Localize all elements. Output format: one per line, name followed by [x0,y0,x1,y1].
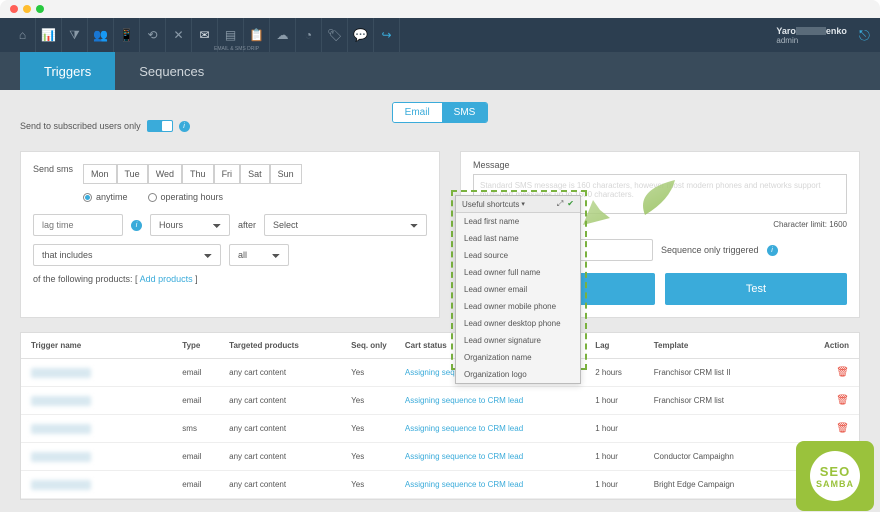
toggle-sms[interactable]: SMS [442,103,488,122]
dropdown-item[interactable]: Lead first name [456,213,580,230]
cart-status-link[interactable]: Assigning sequence to CRM lead [405,396,523,405]
cart-status-link[interactable]: Assigning sequence to CRM lead [405,452,523,461]
th-action: Action [810,341,849,350]
tab-triggers[interactable]: Triggers [20,52,115,90]
th-lag: Lag [595,341,654,350]
after-select[interactable]: Select [264,214,427,236]
user-role: admin [776,36,847,45]
dropdown-item[interactable]: Organization name [456,349,580,366]
dropdown-item[interactable]: Organization logo [456,366,580,383]
nav-phone-icon[interactable]: 📱 [114,18,140,52]
email-sms-toggle: Email SMS [392,102,489,123]
following-label: of the following products: [ [33,274,140,284]
nav-chat-icon[interactable]: 💬 [348,18,374,52]
delete-icon[interactable]: 🗑 [836,367,849,378]
min-dot[interactable] [23,5,31,13]
trigger-name-blurred [31,368,91,378]
subscribed-label: Send to subscribed users only [20,121,141,131]
user-area: Yaroenko admin ⎋ [776,26,870,45]
main-tabs: Triggers Sequences [0,52,880,90]
table-row: email any cart content Yes Assigning seq… [21,471,859,499]
nav-tag-icon[interactable]: 🏷 [322,18,348,52]
user-name: Yaro [776,26,796,36]
delete-icon[interactable]: 🗑 [836,395,849,406]
max-dot[interactable] [36,5,44,13]
add-products-link[interactable]: Add products [140,274,193,284]
day-mon[interactable]: Mon [83,164,117,184]
info-icon[interactable]: i [179,121,190,132]
table-row: email any cart content Yes Assigning seq… [21,359,859,387]
table-row: sms any cart content Yes Assigning seque… [21,415,859,443]
day-sun[interactable]: Sun [270,164,302,184]
th-type: Type [182,341,229,350]
all-select[interactable]: all [229,244,289,266]
dropdown-header[interactable]: Useful shortcuts [462,200,519,209]
user-redacted [796,27,826,35]
th-seq: Seq. only [351,341,405,350]
nav-arrow-icon[interactable]: ↪ [374,18,400,52]
day-fri[interactable]: Fri [214,164,241,184]
top-nav: ⌂ 📊 ⧩ 👥 📱 ⟲ ✕ ✉ ▤ 📋 ☁ ◔ 🏷 💬 ↪ EMAIL & SM… [0,18,880,52]
message-label: Message [473,160,847,170]
content-area: Send to subscribed users only i Email SM… [0,90,880,512]
trigger-name-blurred [31,424,91,434]
nav-stats-icon[interactable]: 📊 [36,18,62,52]
table-row: email any cart content Yes Assigning seq… [21,387,859,415]
nav-filter-icon[interactable]: ⧩ [62,18,88,52]
browser-chrome [0,0,880,18]
check-icon[interactable]: ✔ [567,199,574,209]
table-row: email any cart content Yes Assigning seq… [21,443,859,471]
cart-status-link[interactable]: Assigning sequence to CRM lead [405,424,523,433]
hours-select[interactable]: Hours [150,214,230,236]
dropdown-item[interactable]: Lead owner desktop phone [456,315,580,332]
day-wed[interactable]: Wed [148,164,182,184]
dropdown-item[interactable]: Lead owner full name [456,264,580,281]
shortcuts-dropdown: Useful shortcuts ▾ ⤢ ✔ Lead first nameLe… [455,195,581,384]
seq-info-icon[interactable]: i [767,245,778,256]
dropdown-item[interactable]: Lead last name [456,230,580,247]
test-button[interactable]: Test [665,273,847,305]
lag-time-input[interactable] [33,214,123,236]
day-tue[interactable]: Tue [117,164,148,184]
seq-label: Sequence only triggered [661,245,759,255]
subscribed-toggle[interactable] [147,120,173,132]
send-sms-label: Send sms [33,164,83,192]
nav-users-icon[interactable]: 👥 [88,18,114,52]
trigger-name-blurred [31,396,91,406]
nav-pie-icon[interactable]: ◔ [296,18,322,52]
nav-share-icon[interactable]: ⟲ [140,18,166,52]
expand-icon[interactable]: ⤢ [557,199,563,209]
logout-icon[interactable]: ⎋ [859,27,870,44]
th-name: Trigger name [31,341,182,350]
trigger-name-blurred [31,480,91,490]
dropdown-item[interactable]: Lead source [456,247,580,264]
trigger-name-blurred [31,452,91,462]
radio-anytime[interactable] [83,193,92,202]
cart-status-link[interactable]: Assigning sequence to CRM lead [405,480,523,489]
nav-cloud-icon[interactable]: ☁ [270,18,296,52]
th-template: Template [654,341,810,350]
nav-home-icon[interactable]: ⌂ [10,18,36,52]
lag-info-icon[interactable]: i [131,220,142,231]
dropdown-item[interactable]: Lead owner email [456,281,580,298]
after-label: after [238,220,256,230]
nav-tools-icon[interactable]: ✕ [166,18,192,52]
seo-samba-badge: SEO SAMBA [796,441,874,511]
radio-operating[interactable] [148,193,157,202]
toggle-email[interactable]: Email [393,103,442,122]
tab-sequences[interactable]: Sequences [115,52,228,90]
day-sat[interactable]: Sat [240,164,270,184]
dropdown-item[interactable]: Lead owner signature [456,332,580,349]
close-dot[interactable] [10,5,18,13]
delete-icon[interactable]: 🗑 [836,423,849,434]
dropdown-item[interactable]: Lead owner mobile phone [456,298,580,315]
day-thu[interactable]: Thu [182,164,214,184]
triggers-table: Trigger name Type Targeted products Seq.… [20,332,860,500]
send-sms-panel: Send sms MonTueWedThuFriSatSun anytime o… [20,151,440,318]
nav-sublabel: EMAIL & SMS DRIP [214,46,259,52]
th-targeted: Targeted products [229,341,351,350]
includes-select[interactable]: that includes [33,244,221,266]
